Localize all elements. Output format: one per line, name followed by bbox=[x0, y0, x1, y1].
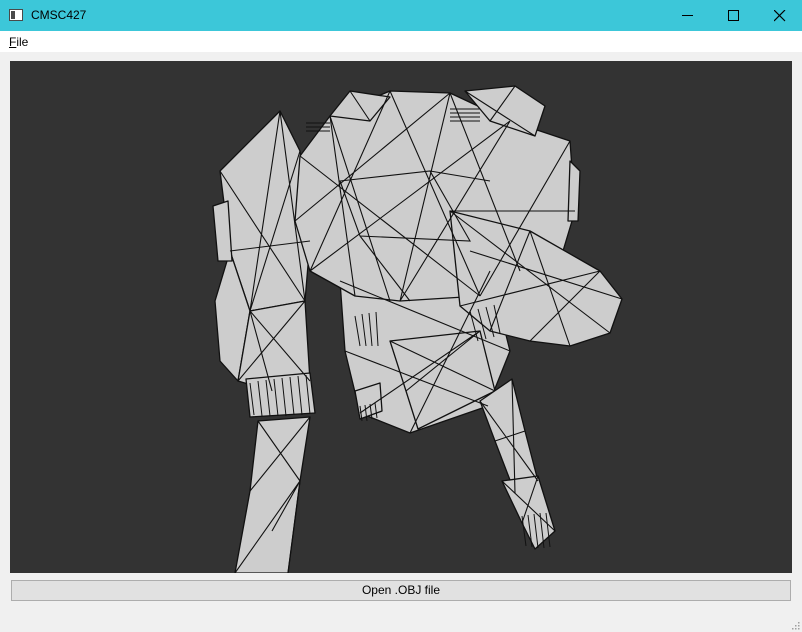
window-title: CMSC427 bbox=[31, 8, 87, 22]
mesh-right-hand bbox=[501, 475, 556, 550]
gl-viewport[interactable] bbox=[10, 61, 792, 573]
mesh-left-forearm bbox=[234, 416, 311, 573]
open-obj-button[interactable]: Open .OBJ file bbox=[11, 580, 791, 601]
menu-file-label: ile bbox=[16, 35, 29, 49]
mesh-left-elbow bbox=[245, 372, 316, 418]
menu-file[interactable]: File bbox=[4, 33, 33, 51]
mesh-render bbox=[212, 85, 623, 573]
maximize-button[interactable] bbox=[710, 0, 756, 31]
title-bar[interactable]: CMSC427 bbox=[0, 0, 802, 31]
menu-bar: File bbox=[0, 31, 802, 52]
minimize-icon bbox=[682, 15, 693, 16]
app-icon bbox=[9, 9, 23, 21]
minimize-button[interactable] bbox=[664, 0, 710, 31]
maximize-icon bbox=[728, 10, 739, 21]
close-button[interactable] bbox=[756, 0, 802, 31]
close-icon bbox=[774, 10, 786, 22]
resize-grip-icon[interactable] bbox=[790, 620, 800, 630]
